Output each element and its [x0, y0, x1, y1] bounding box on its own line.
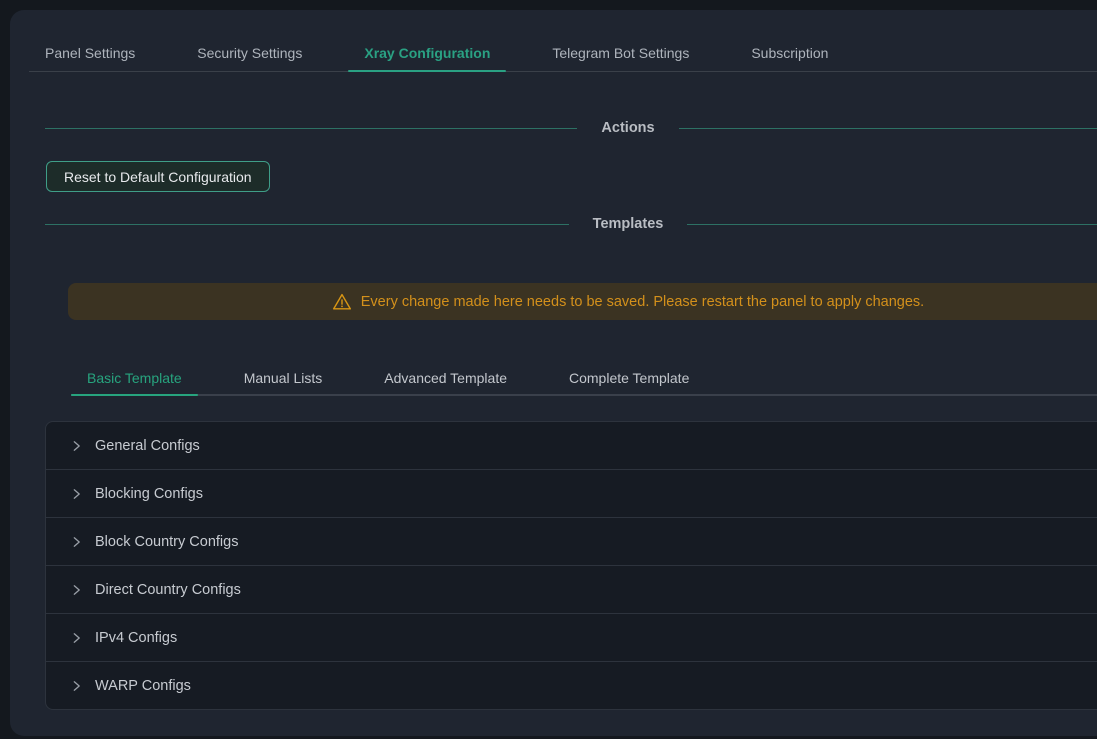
chevron-right-icon — [70, 680, 82, 692]
collapse-header-label: WARP Configs — [95, 678, 191, 694]
actions-divider-label: Actions — [577, 120, 678, 136]
collapse-header-ipv4-configs[interactable]: IPv4 Configs — [46, 613, 1097, 661]
actions-divider: Actions — [45, 117, 1097, 139]
collapse-header-general-configs[interactable]: General Configs — [46, 422, 1097, 469]
collapse-header-warp-configs[interactable]: WARP Configs — [46, 661, 1097, 709]
collapse-header-direct-country-configs[interactable]: Direct Country Configs — [46, 565, 1097, 613]
tab-panel-settings[interactable]: Panel Settings — [29, 34, 151, 71]
chevron-right-icon — [70, 632, 82, 644]
settings-card: Panel Settings Security Settings Xray Co… — [10, 10, 1097, 736]
warning-alert-text: Every change made here needs to be saved… — [361, 294, 924, 310]
collapse-header-block-country-configs[interactable]: Block Country Configs — [46, 517, 1097, 565]
tab-security-settings[interactable]: Security Settings — [181, 34, 318, 71]
templates-divider: Templates — [45, 213, 1097, 235]
tab-basic-template[interactable]: Basic Template — [71, 362, 198, 394]
warning-triangle-icon — [332, 292, 352, 312]
tab-complete-template[interactable]: Complete Template — [553, 362, 705, 394]
collapse-header-label: IPv4 Configs — [95, 630, 177, 646]
chevron-right-icon — [70, 488, 82, 500]
tab-subscription[interactable]: Subscription — [735, 34, 844, 71]
restart-warning-alert: Every change made here needs to be saved… — [68, 283, 1097, 320]
collapse-header-blocking-configs[interactable]: Blocking Configs — [46, 469, 1097, 517]
chevron-right-icon — [70, 536, 82, 548]
tab-advanced-template[interactable]: Advanced Template — [368, 362, 523, 394]
templates-divider-label: Templates — [569, 216, 688, 232]
reset-to-default-button[interactable]: Reset to Default Configuration — [46, 161, 270, 192]
collapse-header-label: General Configs — [95, 438, 200, 454]
tab-telegram-bot-settings[interactable]: Telegram Bot Settings — [536, 34, 705, 71]
template-tabbar: Basic Template Manual Lists Advanced Tem… — [71, 362, 1097, 396]
tab-xray-configuration[interactable]: Xray Configuration — [348, 34, 506, 71]
chevron-right-icon — [70, 440, 82, 452]
collapse-header-label: Direct Country Configs — [95, 582, 241, 598]
tab-manual-lists[interactable]: Manual Lists — [228, 362, 339, 394]
settings-tabbar: Panel Settings Security Settings Xray Co… — [29, 34, 1097, 72]
collapse-header-label: Blocking Configs — [95, 486, 203, 502]
collapse-header-label: Block Country Configs — [95, 534, 238, 550]
config-collapse-list: General Configs Blocking Configs Block C… — [45, 421, 1097, 710]
chevron-right-icon — [70, 584, 82, 596]
